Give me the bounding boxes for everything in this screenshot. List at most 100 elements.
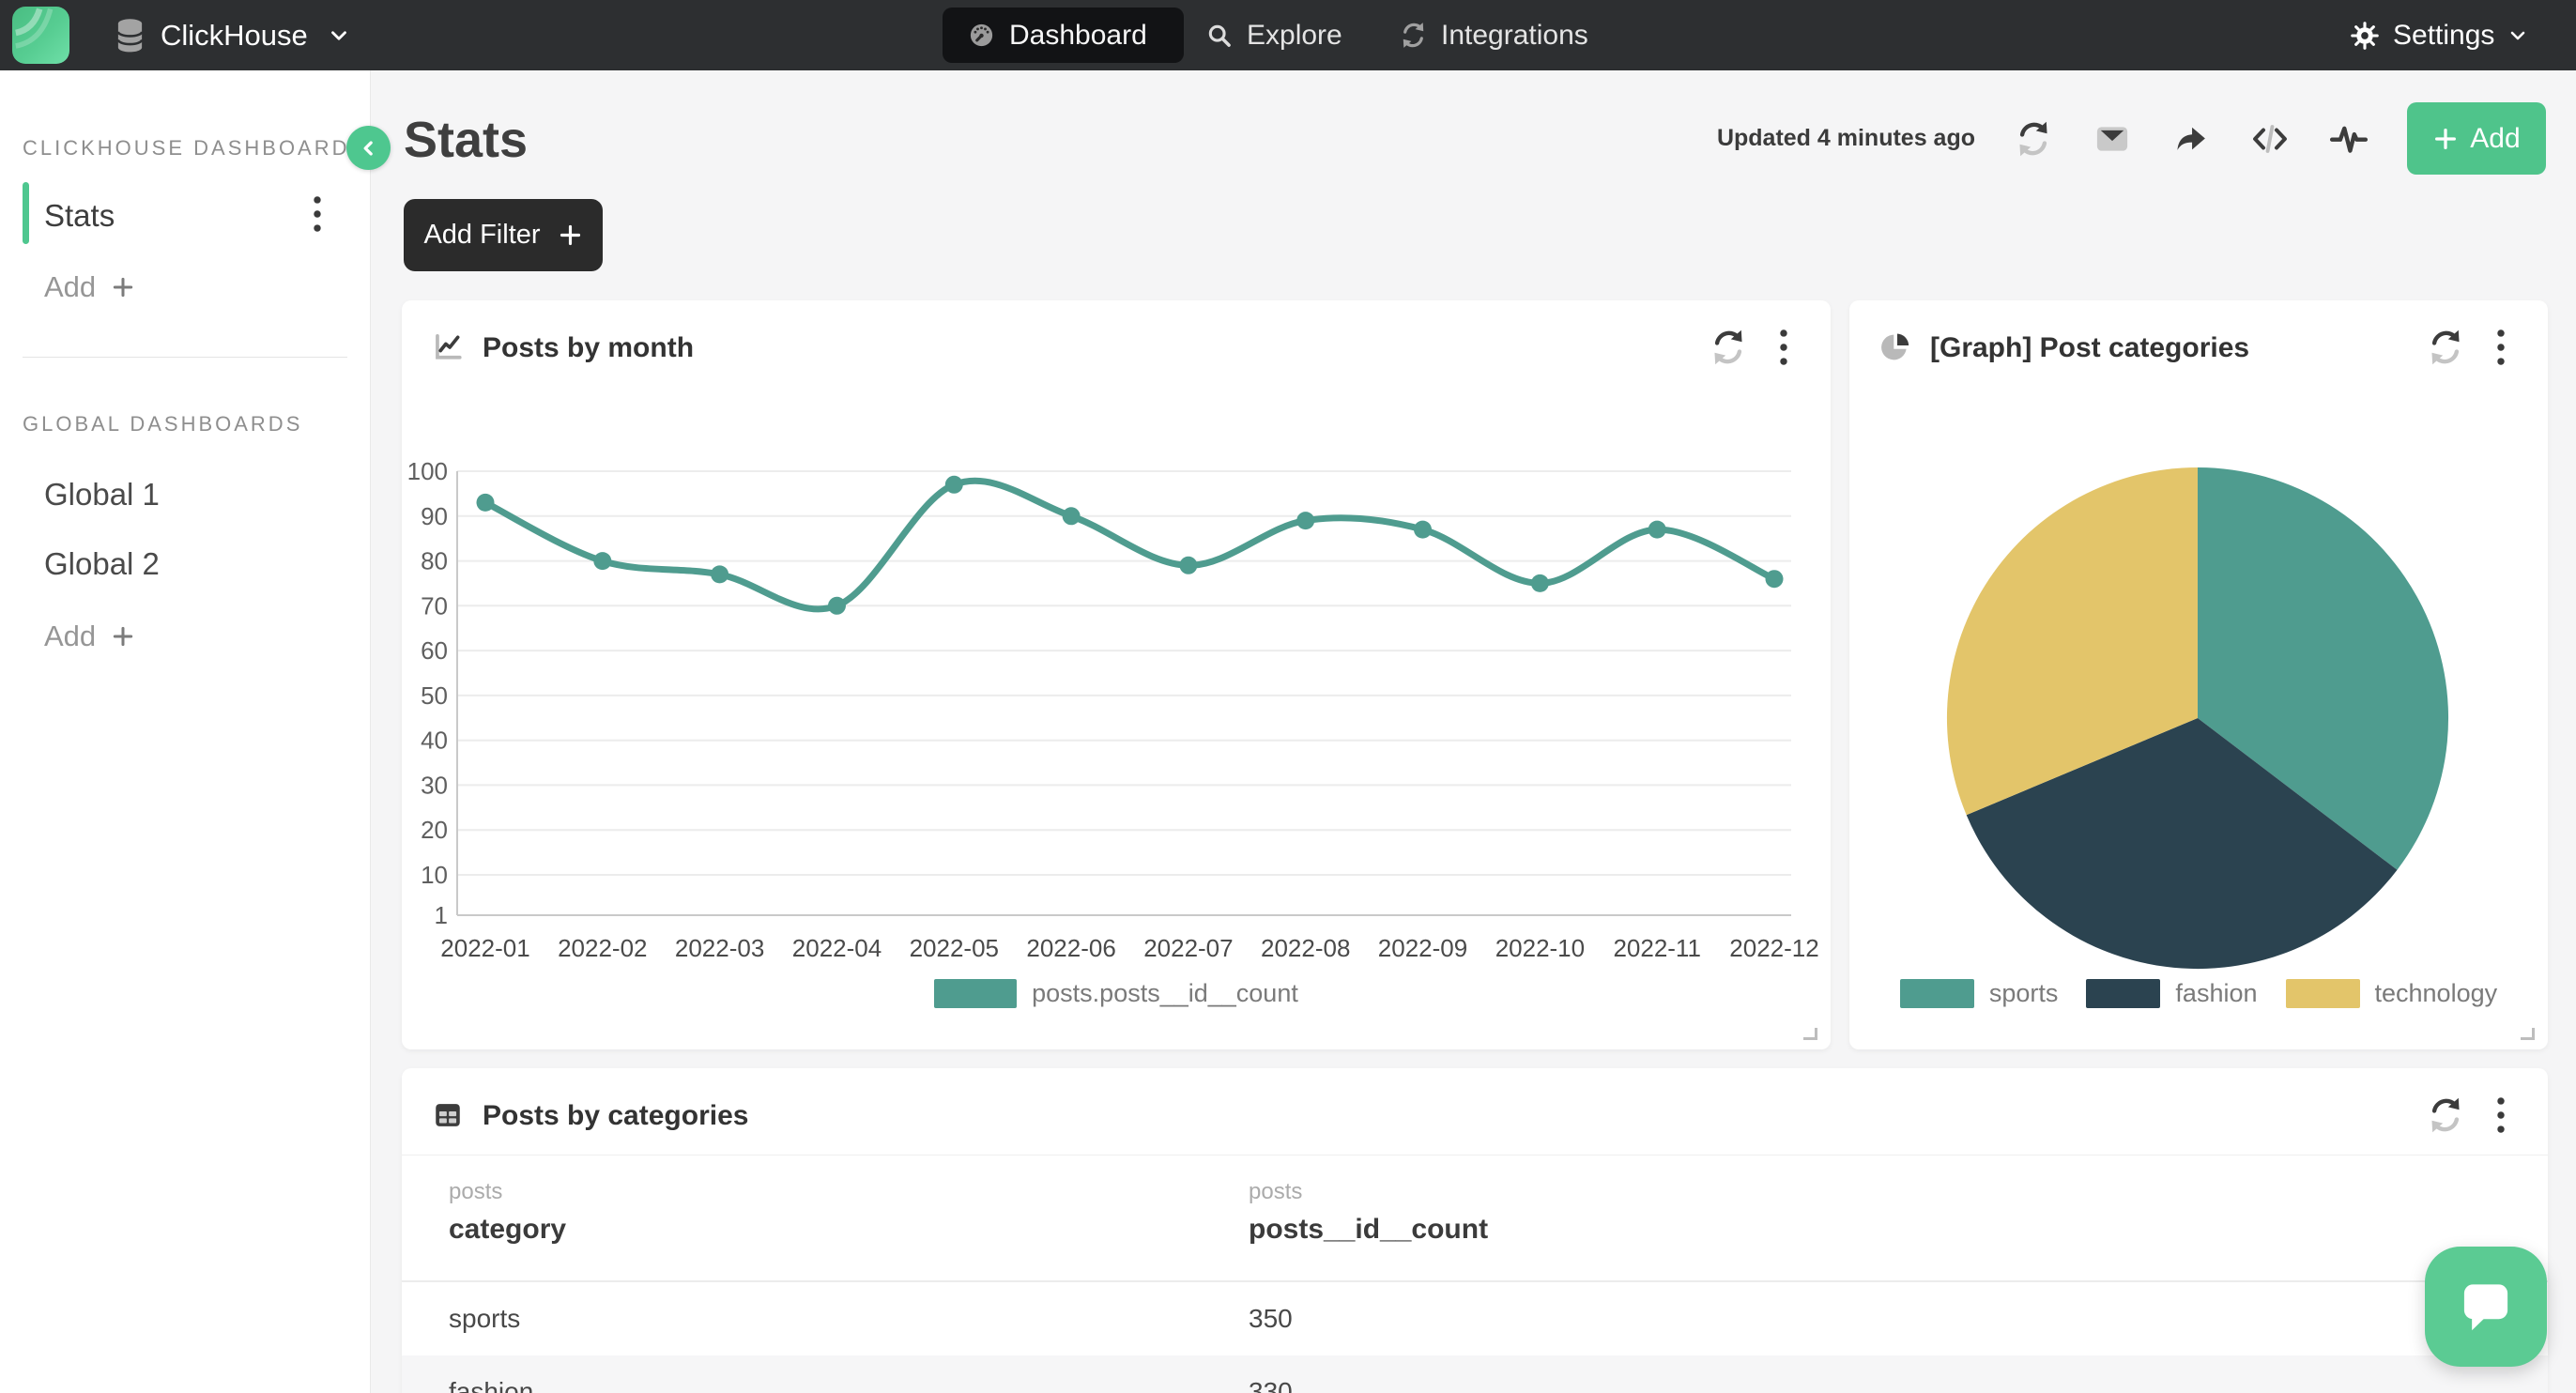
- sync-icon: [1399, 21, 1428, 50]
- pie-chart-legend: sports fashion technology: [1849, 979, 2548, 1008]
- cell-count: 330: [1249, 1355, 1293, 1393]
- legend-label: fashion: [2175, 979, 2257, 1008]
- sidebar-item-global-2[interactable]: Global 2: [44, 546, 160, 582]
- add-widget-button[interactable]: Add: [2407, 102, 2546, 175]
- search-icon: [1204, 21, 1234, 50]
- svg-text:40: 40: [421, 727, 448, 755]
- post-categories-pie: [1849, 300, 2548, 1049]
- cell-category: sports: [449, 1282, 520, 1355]
- svg-text:100: 100: [407, 457, 448, 485]
- add-filter-label: Add Filter: [423, 220, 540, 251]
- top-nav: ClickHouse Dashboard Explore Integration…: [0, 0, 2576, 70]
- svg-text:2022-10: 2022-10: [1495, 934, 1585, 962]
- sidebar-divider: [23, 357, 347, 358]
- chat-widget-button[interactable]: [2425, 1247, 2547, 1367]
- svg-text:10: 10: [421, 861, 448, 889]
- svg-text:2022-05: 2022-05: [910, 934, 999, 962]
- svg-text:90: 90: [421, 502, 448, 530]
- chevron-down-icon: [327, 23, 351, 48]
- legend-item: fashion: [2086, 979, 2257, 1008]
- share-forward-icon: [2171, 119, 2211, 159]
- sidebar-item-global-1[interactable]: Global 1: [44, 477, 160, 513]
- legend-swatch: [1900, 979, 1974, 1008]
- svg-text:2022-04: 2022-04: [792, 934, 882, 962]
- legend-label: posts.posts__id__count: [1032, 979, 1298, 1008]
- tab-explore[interactable]: Explore: [1204, 0, 1342, 70]
- code-icon: [2250, 119, 2290, 159]
- svg-text:30: 30: [421, 771, 448, 799]
- svg-text:2022-11: 2022-11: [1613, 934, 1701, 962]
- app-logo-icon[interactable]: [12, 7, 69, 64]
- sidebar-item-stats[interactable]: Stats: [44, 198, 115, 234]
- svg-text:2022-07: 2022-07: [1143, 934, 1233, 962]
- cell-category: fashion: [449, 1355, 533, 1393]
- chevron-down-icon: [2507, 24, 2529, 47]
- active-item-indicator: [23, 182, 29, 244]
- svg-text:50: 50: [421, 681, 448, 710]
- tab-integrations-label: Integrations: [1441, 20, 1588, 52]
- tab-explore-label: Explore: [1247, 20, 1342, 52]
- svg-text:70: 70: [421, 591, 448, 620]
- cell-count: 350: [1249, 1282, 1293, 1355]
- column-header-count[interactable]: posts__id__count: [1249, 1214, 1488, 1246]
- sidebar-add-dashboard[interactable]: Add: [44, 270, 135, 304]
- table-card-title: Posts by categories: [483, 1099, 748, 1133]
- tab-dashboard[interactable]: Dashboard: [943, 8, 1184, 63]
- table-body: sports 350 fashion 330: [402, 1282, 2548, 1393]
- resize-handle[interactable]: [2521, 1028, 2535, 1040]
- add-widget-label: Add: [2470, 123, 2520, 155]
- plus-icon: [558, 222, 583, 248]
- legend-swatch: [2086, 979, 2160, 1008]
- line-chart-legend: posts.posts__id__count: [402, 979, 1831, 1008]
- column-group-label: posts: [449, 1179, 502, 1205]
- svg-text:2022-09: 2022-09: [1378, 934, 1467, 962]
- envelope-icon: [2093, 119, 2132, 159]
- sidebar: [0, 70, 371, 1393]
- embed-code-button[interactable]: [2249, 118, 2291, 160]
- refresh-icon: [2426, 1095, 2465, 1135]
- tab-integrations[interactable]: Integrations: [1399, 0, 1588, 70]
- svg-text:80: 80: [421, 547, 448, 575]
- settings-label: Settings: [2393, 20, 2494, 52]
- svg-text:60: 60: [421, 636, 448, 665]
- svg-text:2022-12: 2022-12: [1729, 934, 1818, 962]
- column-header-category[interactable]: category: [449, 1214, 566, 1246]
- plus-icon: [111, 275, 135, 299]
- header-actions: Updated 4 minutes ago Add: [1717, 102, 2546, 175]
- kebab-menu-icon[interactable]: [302, 193, 332, 235]
- legend-swatch: [934, 979, 1017, 1008]
- widget-menu-button[interactable]: [2482, 1094, 2520, 1136]
- activity-button[interactable]: [2328, 118, 2369, 160]
- refresh-widget-button[interactable]: [2425, 1094, 2466, 1136]
- refresh-dashboard-button[interactable]: [2013, 118, 2054, 160]
- database-switcher[interactable]: ClickHouse: [113, 0, 351, 70]
- sidebar-add-global-dashboard[interactable]: Add: [44, 620, 135, 653]
- refresh-icon: [2014, 119, 2053, 159]
- plus-icon: [111, 624, 135, 649]
- svg-text:2022-08: 2022-08: [1261, 934, 1350, 962]
- svg-text:20: 20: [421, 816, 448, 844]
- email-subscription-button[interactable]: [2092, 118, 2133, 160]
- database-icon: [113, 17, 147, 54]
- settings-menu[interactable]: Settings: [2349, 0, 2529, 70]
- chevron-left-icon: [357, 136, 381, 161]
- legend-item: technology: [2286, 979, 2498, 1008]
- share-button[interactable]: [2170, 118, 2212, 160]
- legend-item: posts.posts__id__count: [934, 979, 1298, 1008]
- kebab-menu-icon: [2488, 1094, 2514, 1136]
- tab-dashboard-label: Dashboard: [1009, 20, 1147, 52]
- legend-item: sports: [1900, 979, 2059, 1008]
- gauge-icon: [967, 21, 996, 50]
- line-chart-card: Posts by month 1009080706050403020101202…: [402, 300, 1831, 1049]
- database-name: ClickHouse: [161, 19, 308, 53]
- sidebar-section-clickhouse-dashboards: CLICKHOUSE DASHBOARDS: [23, 136, 366, 161]
- add-label: Add: [44, 620, 96, 653]
- add-filter-button[interactable]: Add Filter: [404, 199, 603, 271]
- pie-chart-card: [Graph] Post categories sportsfashiontec…: [1849, 300, 2548, 1049]
- card-title-divider: [402, 1155, 2548, 1156]
- table-row: sports 350: [402, 1282, 2548, 1355]
- resize-handle[interactable]: [1803, 1028, 1817, 1040]
- sidebar-collapse-button[interactable]: [346, 126, 391, 170]
- add-label: Add: [44, 270, 96, 304]
- legend-label: technology: [2375, 979, 2498, 1008]
